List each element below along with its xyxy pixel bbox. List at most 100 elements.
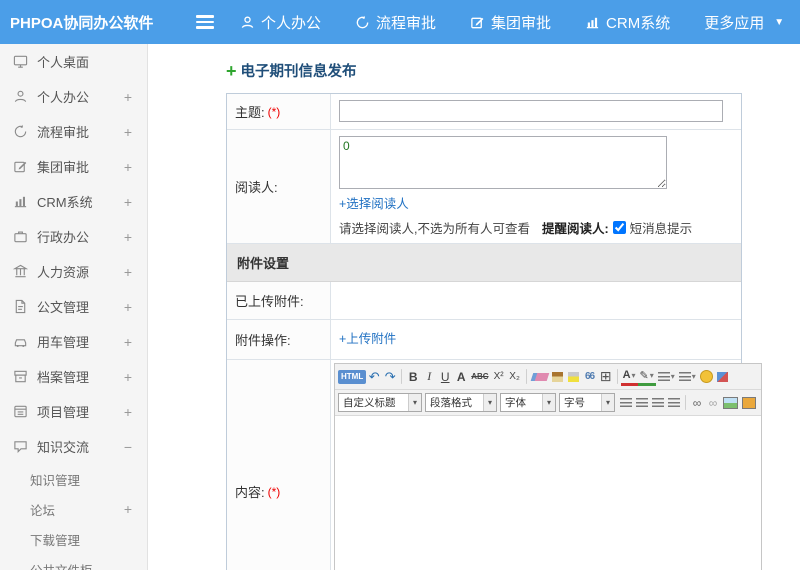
remind-readers-label: 提醒阅读人: bbox=[541, 222, 609, 236]
unlink-button[interactable]: ∞ bbox=[705, 393, 721, 413]
sidebar-item-vehicle-management[interactable]: 用车管理 + bbox=[0, 324, 147, 359]
select-readers-link[interactable]: +选择阅读人 bbox=[339, 193, 409, 212]
font-family-select[interactable]: 字体 ▾ bbox=[500, 393, 556, 412]
html-source-button[interactable]: HTML bbox=[338, 369, 367, 384]
undo-button[interactable]: ↶ bbox=[366, 367, 382, 387]
app-window: PHPOA协同办公软件 个人办公 流程审批 集团审批 CRM系统 更多应用 ▼ … bbox=[0, 0, 800, 570]
bar-chart-icon bbox=[13, 194, 28, 209]
bold-button[interactable]: B bbox=[405, 367, 421, 387]
add-icon: + bbox=[226, 60, 237, 81]
page-title: 电子期刊信息发布 bbox=[240, 64, 357, 80]
app-title: PHPOA协同办公软件 bbox=[10, 14, 154, 32]
sms-remind-checkbox[interactable] bbox=[612, 221, 626, 234]
multi-image-button[interactable] bbox=[715, 367, 731, 387]
readers-textarea[interactable]: 0 bbox=[339, 136, 667, 189]
sidebar-subitem-knowledge-management[interactable]: 知识管理 bbox=[0, 464, 147, 494]
attachment-ops-label: 附件操作: bbox=[227, 320, 331, 359]
sidebar-item-group-approval[interactable]: 集团审批 + bbox=[0, 149, 147, 184]
redo-button[interactable]: ↷ bbox=[382, 367, 398, 387]
underline-button[interactable]: U bbox=[437, 367, 453, 387]
sidebar-subitem-public-file-cabinet[interactable]: 公共文件柜 bbox=[0, 554, 147, 570]
unordered-list-button[interactable] bbox=[656, 367, 677, 387]
expand-icon[interactable]: + bbox=[124, 299, 132, 315]
expand-icon[interactable]: + bbox=[124, 194, 132, 210]
expand-icon[interactable]: + bbox=[124, 404, 132, 420]
media-button[interactable] bbox=[740, 393, 758, 413]
sidebar-item-personal-office[interactable]: 个人办公 + bbox=[0, 79, 147, 114]
nav-workflow-approval[interactable]: 流程审批 bbox=[355, 12, 436, 33]
align-right-button[interactable] bbox=[650, 393, 666, 413]
sidebar-subitem-download-management[interactable]: 下载管理 bbox=[0, 524, 147, 554]
expand-icon[interactable]: + bbox=[124, 369, 132, 385]
custom-heading-select[interactable]: 自定义标题 ▾ bbox=[338, 393, 422, 412]
ordered-list-button[interactable] bbox=[677, 367, 698, 387]
remove-format-button[interactable] bbox=[530, 367, 550, 387]
required-mark: (*) bbox=[267, 484, 281, 499]
expand-icon[interactable]: + bbox=[124, 334, 132, 350]
expand-icon[interactable]: + bbox=[124, 89, 132, 105]
sidebar-subitem-forum[interactable]: 论坛 + bbox=[0, 494, 147, 524]
superscript-button[interactable]: X² bbox=[491, 367, 507, 387]
emoticon-button[interactable] bbox=[698, 367, 715, 387]
sidebar-item-archive-management[interactable]: 档案管理 + bbox=[0, 359, 147, 394]
table-button[interactable]: ⊞ bbox=[598, 367, 614, 387]
chevron-down-icon: ▾ bbox=[601, 394, 614, 411]
fill-color-button[interactable] bbox=[566, 367, 582, 387]
align-center-button[interactable] bbox=[634, 393, 650, 413]
collapse-icon[interactable]: − bbox=[124, 439, 132, 455]
editor-content-area[interactable] bbox=[335, 416, 761, 570]
font-size-select[interactable]: 字号 ▾ bbox=[559, 393, 615, 412]
upload-attachment-link[interactable]: +上传附件 bbox=[339, 328, 396, 347]
expand-icon[interactable]: + bbox=[124, 264, 132, 280]
readers-row: 阅读人: 0 +选择阅读人 请选择阅读人,不选为所有人可查看 提醒阅读人: 短消… bbox=[227, 130, 741, 244]
line-color-button[interactable]: ✎ bbox=[637, 368, 656, 386]
font-button[interactable]: A bbox=[453, 367, 469, 387]
person-icon bbox=[13, 89, 28, 104]
archive-icon bbox=[13, 369, 28, 384]
nav-label: 个人办公 bbox=[261, 14, 322, 32]
board-icon bbox=[13, 404, 28, 419]
sidebar-submenu-knowledge: 知识管理 论坛 + 下载管理 公共文件柜 bbox=[0, 464, 147, 570]
toolbar-separator bbox=[401, 369, 403, 384]
paragraph-format-select[interactable]: 段落格式 ▾ bbox=[425, 393, 497, 412]
italic-button[interactable]: I bbox=[421, 367, 437, 387]
nav-label: 集团审批 bbox=[491, 14, 552, 32]
sidebar-item-personal-desktop[interactable]: 个人桌面 bbox=[0, 44, 147, 79]
format-brush-button[interactable] bbox=[550, 367, 566, 387]
subscript-button[interactable]: X₂ bbox=[507, 367, 523, 387]
font-color-button[interactable]: A bbox=[620, 368, 638, 386]
chevron-down-icon: ▼ bbox=[774, 16, 785, 28]
sidebar-item-human-resources[interactable]: 人力资源 + bbox=[0, 254, 147, 289]
editor-format-icons: ∞ ∞ bbox=[618, 393, 758, 413]
nav-crm-system[interactable]: CRM系统 bbox=[585, 12, 670, 33]
readers-hint: 请选择阅读人,不选为所有人可查看 bbox=[339, 222, 530, 236]
blockquote-button[interactable]: 66 bbox=[582, 367, 598, 387]
strikethrough-button[interactable]: ABC bbox=[469, 367, 490, 387]
hamburger-menu-icon[interactable] bbox=[196, 15, 214, 29]
bar-chart-icon bbox=[585, 15, 600, 30]
sidebar-item-document-management[interactable]: 公文管理 + bbox=[0, 289, 147, 324]
chat-bubble-icon bbox=[13, 439, 28, 454]
briefcase-icon bbox=[13, 229, 28, 244]
sidebar-item-knowledge-exchange[interactable]: 知识交流 − bbox=[0, 429, 147, 464]
chevron-down-icon: ▾ bbox=[408, 394, 421, 411]
nav-more-apps[interactable]: 更多应用 ▼ bbox=[704, 12, 784, 33]
sidebar-item-crm-system[interactable]: CRM系统 + bbox=[0, 184, 147, 219]
expand-icon[interactable]: + bbox=[124, 159, 132, 175]
person-icon bbox=[240, 15, 255, 30]
link-button[interactable]: ∞ bbox=[689, 393, 705, 413]
subject-input[interactable] bbox=[339, 100, 723, 122]
top-header: PHPOA协同办公软件 个人办公 流程审批 集团审批 CRM系统 更多应用 ▼ bbox=[0, 0, 800, 44]
expand-icon[interactable]: + bbox=[124, 124, 132, 140]
sidebar-item-workflow-approval[interactable]: 流程审批 + bbox=[0, 114, 147, 149]
expand-icon[interactable]: + bbox=[124, 501, 132, 517]
sidebar-item-admin-office[interactable]: 行政办公 + bbox=[0, 219, 147, 254]
image-button[interactable] bbox=[721, 393, 740, 413]
content-row: 内容: (*) HTML↶↷BIUAABCX²X₂66⊞A✎ 自定义标题 ▾ bbox=[227, 360, 762, 570]
justify-button[interactable] bbox=[666, 393, 682, 413]
sidebar-item-project-management[interactable]: 项目管理 + bbox=[0, 394, 147, 429]
nav-personal-office[interactable]: 个人办公 bbox=[240, 12, 321, 33]
align-left-button[interactable] bbox=[618, 393, 634, 413]
expand-icon[interactable]: + bbox=[124, 229, 132, 245]
nav-group-approval[interactable]: 集团审批 bbox=[470, 12, 551, 33]
